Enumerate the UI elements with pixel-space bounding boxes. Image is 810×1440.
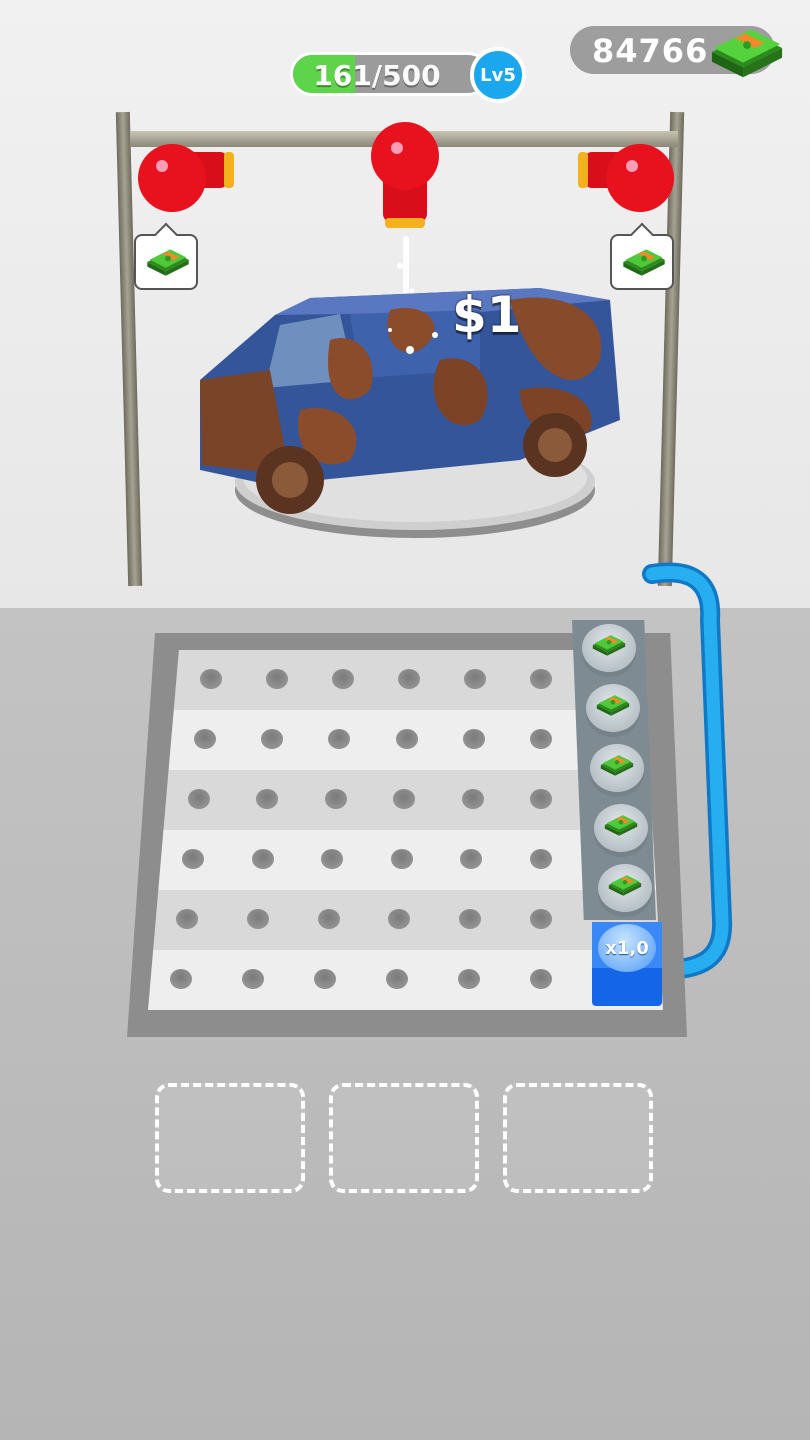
peg-hole[interactable] [251,849,274,869]
cash-icon [603,812,639,838]
peg-hole[interactable] [261,729,284,749]
peg-hole[interactable] [386,969,408,989]
cash-stack-icon [711,29,783,78]
peg-hole[interactable] [460,849,483,869]
peg-hole[interactable] [242,969,264,989]
peg-hole[interactable] [458,969,480,989]
conveyor-cash-button[interactable] [582,624,636,672]
peg-hole[interactable] [324,789,347,809]
peg-hole[interactable] [459,909,482,929]
empty-slot-1[interactable] [155,1083,305,1193]
peg-hole[interactable] [530,729,552,749]
conveyor-cash-button[interactable] [598,864,652,912]
peg-hole[interactable] [461,789,484,809]
peg-hole[interactable] [317,909,340,929]
peg-hole[interactable] [321,849,344,869]
peg-hole[interactable] [530,789,552,809]
peg-hole[interactable] [194,729,216,749]
earn-popup: $1 [452,286,522,344]
empty-slot-3[interactable] [503,1083,653,1193]
peg-hole[interactable] [266,669,288,689]
peg-hole[interactable] [182,849,204,869]
cash-icon [607,872,643,898]
peg-hole[interactable] [246,909,269,929]
dirty-van [200,288,620,538]
peg-hole[interactable] [464,669,486,689]
left-nozzle [138,144,234,212]
peg-hole[interactable] [176,909,198,929]
peg-hole[interactable] [398,669,420,689]
peg-hole[interactable] [530,849,552,869]
peg-hole[interactable] [530,969,552,989]
money-value: 84766 [592,32,709,70]
progress-current: 161 [313,59,372,92]
peg-hole[interactable] [170,969,192,989]
peg-hole[interactable] [530,669,552,689]
right-nozzle [578,144,674,212]
peg-hole[interactable] [462,729,485,749]
board-row [148,950,663,1010]
level-badge: Lv5 [470,47,526,103]
peg-hole[interactable] [332,669,354,689]
peg-hole[interactable] [256,789,279,809]
conveyor-cash-button[interactable] [594,804,648,852]
conveyor-cash-button[interactable] [590,744,644,792]
peg-hole[interactable] [530,909,552,929]
cash-icon [591,632,627,658]
cash-icon [599,752,635,778]
conveyor-cash-button[interactable] [586,684,640,732]
center-nozzle [371,122,439,228]
multiplier-button[interactable]: x1,0 [598,924,656,972]
peg-hole[interactable] [200,669,222,689]
peg-hole[interactable] [390,849,413,869]
multiplier-block[interactable]: x1,0 [592,922,662,1006]
peg-hole[interactable] [188,789,210,809]
progress-max: /500 [371,59,441,92]
cash-icon [595,692,631,718]
peg-hole[interactable] [328,729,351,749]
peg-hole[interactable] [395,729,418,749]
peg-hole[interactable] [388,909,411,929]
progress-text: 161/500 [293,59,461,92]
level-progress-bar: 161/500 [290,52,490,96]
empty-slot-2[interactable] [329,1083,479,1193]
peg-hole[interactable] [393,789,416,809]
peg-hole[interactable] [314,969,336,989]
